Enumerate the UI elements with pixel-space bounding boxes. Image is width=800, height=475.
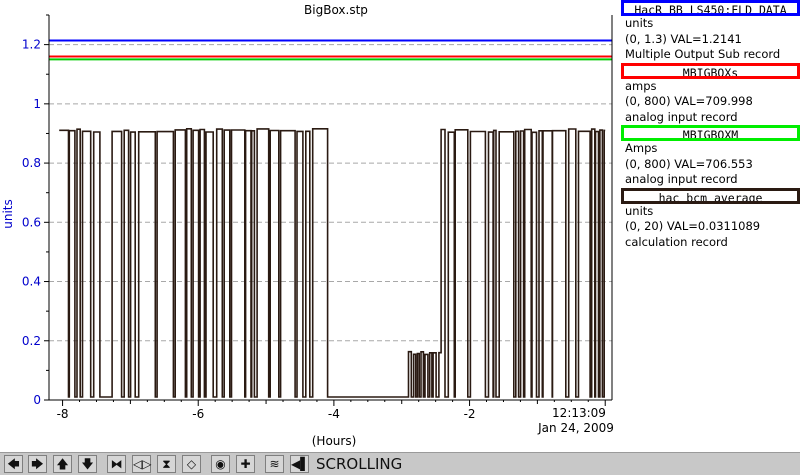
autoscale-icon: ◉ bbox=[215, 457, 226, 471]
x-tick-label: -2 bbox=[464, 407, 476, 421]
y-tick-label: 1 bbox=[33, 97, 41, 111]
y-tick-label: 0.6 bbox=[22, 215, 41, 229]
scroll-up-button[interactable]: 🡅 bbox=[53, 455, 72, 473]
legend-item-title[interactable]: MBIGBOXM bbox=[621, 125, 800, 141]
series-line bbox=[59, 128, 606, 398]
status-label: SCROLLING bbox=[316, 455, 403, 473]
zoom-out-vertical-icon: ◇ bbox=[186, 457, 197, 471]
y-axis-label: units bbox=[1, 199, 15, 229]
y-tick-label: 1.2 bbox=[22, 38, 41, 52]
scroll-left-button[interactable]: 🡄 bbox=[4, 455, 23, 473]
y-tick-label: 0.2 bbox=[22, 334, 41, 348]
grid-lines bbox=[49, 44, 612, 342]
zoom-out-x-button[interactable]: ◁▷ bbox=[132, 455, 151, 473]
y-tick-label: 0.8 bbox=[22, 156, 41, 170]
legend-item-type: analog input record bbox=[625, 109, 738, 124]
zoom-in-vertical-icon: ⧗ bbox=[162, 457, 171, 471]
x-axis-label: (Hours) bbox=[312, 434, 357, 448]
legend-item-title[interactable]: hac_bcm_average bbox=[621, 187, 800, 204]
legend-item-type: analog input record bbox=[625, 172, 738, 186]
x-tick-label: -8 bbox=[57, 407, 69, 421]
legend-item-type: calculation record bbox=[625, 234, 728, 249]
zoom-out-horizontal-icon: ◁▷ bbox=[133, 457, 152, 471]
legend-item-title[interactable]: MBIGBOXs bbox=[621, 62, 800, 79]
x-ticks: -8 -6 -4 -2 bbox=[57, 400, 606, 421]
y-tick-label: 0.4 bbox=[22, 275, 41, 289]
autoscale-button[interactable]: ◉ bbox=[211, 455, 230, 473]
show-all-icon: ≋ bbox=[269, 457, 280, 471]
time-label: 12:13:09 bbox=[552, 406, 606, 420]
time-jump-icon: ◀▌ bbox=[291, 457, 310, 471]
scroll-down-button[interactable]: 🡇 bbox=[78, 455, 97, 473]
strip-chart: BigBox.stp units 00.20.40.60.811.2 -8 -6-… bbox=[1, 3, 614, 448]
legend-item-range: (0, 1.3) VAL=1.2141 bbox=[625, 31, 742, 46]
zoom-out-y-button[interactable]: ◇ bbox=[182, 455, 201, 473]
scroll-right-button[interactable]: 🡆 bbox=[28, 455, 47, 473]
legend-item-units: units bbox=[625, 203, 654, 218]
arrow-left-icon: 🡄 bbox=[7, 457, 20, 471]
chart-title: BigBox.stp bbox=[304, 3, 368, 17]
legend-item-range: (0, 20) VAL=0.0311089 bbox=[625, 219, 761, 233]
legend-item-range: (0, 800) VAL=706.553 bbox=[625, 156, 753, 171]
jump-now-button[interactable]: ◀▌ bbox=[290, 455, 309, 473]
x-tick-label: -6 bbox=[192, 407, 204, 421]
legend-item-range: (0, 800) VAL=709.998 bbox=[625, 94, 753, 108]
legend-item-type: Multiple Output Sub record bbox=[625, 47, 781, 61]
series-layer bbox=[49, 39, 612, 398]
y-ticks: 0 0.2 0.4 0.6 0.8 1 1.2 bbox=[22, 14, 49, 407]
legend-item-units: amps bbox=[625, 78, 657, 93]
crosshair-icon: ✚ bbox=[240, 457, 251, 471]
y-tick-label: 0 bbox=[33, 393, 41, 407]
legend-item-units: units bbox=[625, 16, 654, 30]
zoom-in-y-button[interactable]: ⧗ bbox=[157, 455, 176, 473]
legend-item-units: Amps bbox=[625, 141, 658, 155]
x-tick-label: -4 bbox=[328, 407, 340, 421]
arrow-right-icon: 🡆 bbox=[31, 457, 44, 471]
arrow-down-icon: 🡇 bbox=[81, 457, 94, 471]
legend-panel: HacR_BB_LS450:FLD_DATA units (0, 1.3) VAL=… bbox=[621, 0, 800, 250]
show-all-button[interactable]: ≋ bbox=[265, 455, 284, 473]
arrow-up-icon: 🡅 bbox=[56, 457, 69, 471]
toolbar: SCROLLING 🡄 🡆 🡅 🡇 ⧓ ◁▷ ⧗ ◇ ◉ ✚ ≋ ◀▌ bbox=[0, 452, 800, 475]
zoom-in-horizontal-icon: ⧓ bbox=[110, 457, 123, 471]
crosshair-button[interactable]: ✚ bbox=[236, 455, 255, 473]
date-label: Jan 24, 2009 bbox=[537, 421, 614, 435]
legend-item-title[interactable]: HacR_BB_LS450:FLD_DATA bbox=[621, 0, 800, 16]
zoom-in-x-button[interactable]: ⧓ bbox=[107, 455, 126, 473]
